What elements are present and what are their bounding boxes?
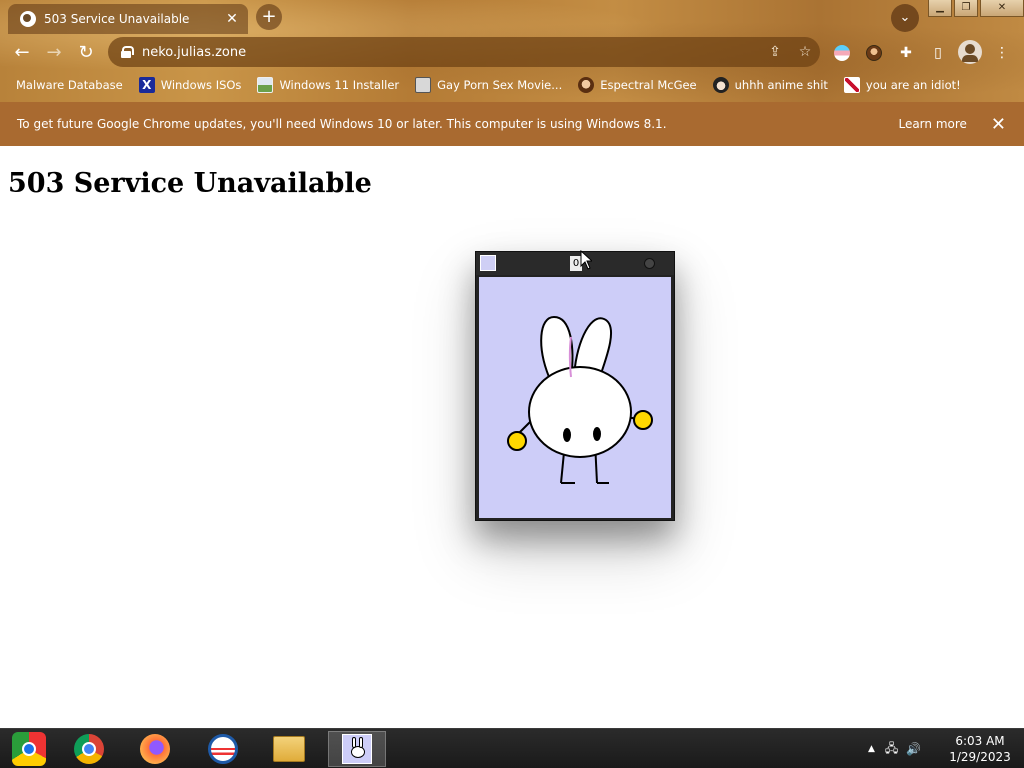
- bookmark-item[interactable]: Malware Database: [16, 78, 123, 92]
- bookmark-star-icon[interactable]: ☆: [790, 44, 820, 60]
- neko-canvas[interactable]: [479, 277, 671, 518]
- anime-icon: [712, 77, 729, 93]
- file-explorer-taskbar-button[interactable]: [260, 731, 318, 767]
- globe-icon: [20, 11, 36, 27]
- extension-flag-icon[interactable]: [830, 41, 854, 65]
- neko-taskbar-button[interactable]: [328, 731, 386, 767]
- volume-icon[interactable]: 🔊: [906, 742, 921, 756]
- clock-date: 1/29/2023: [949, 750, 1011, 764]
- obama-icon: [208, 734, 238, 764]
- infobar-message: To get future Google Chrome updates, you…: [17, 117, 667, 131]
- file-explorer-icon: [273, 736, 305, 762]
- toolbar: ← → ↻ neko.julias.zone ⇪ ☆ ✚ ▯ ⋮: [0, 36, 1024, 70]
- new-tab-button[interactable]: +: [256, 4, 282, 30]
- update-infobar: To get future Google Chrome updates, you…: [0, 102, 1024, 146]
- show-hidden-icons-icon[interactable]: ▲: [868, 744, 875, 754]
- chromium-taskbar-button[interactable]: [0, 731, 58, 767]
- infobar-close-icon[interactable]: ✕: [991, 114, 1006, 135]
- firefox-icon: [140, 734, 170, 764]
- bookmark-item[interactable]: you are an idiot!: [843, 77, 961, 93]
- image-icon: [257, 77, 274, 93]
- share-icon[interactable]: ⇪: [760, 44, 790, 60]
- bookmark-label: you are an idiot!: [865, 78, 961, 92]
- clock-time: 6:03 AM: [955, 734, 1005, 748]
- face-icon: [578, 77, 595, 93]
- extension-avatar-icon[interactable]: [862, 41, 886, 65]
- network-icon[interactable]: 🖧: [885, 739, 898, 760]
- system-tray: ▲ 🖧 🔊: [868, 729, 921, 768]
- firefox-taskbar-button[interactable]: [126, 731, 184, 767]
- profile-avatar[interactable]: [958, 40, 982, 64]
- restore-button[interactable]: ❐: [954, 0, 978, 17]
- neko-titlebar[interactable]: 0: [476, 252, 674, 275]
- forward-button[interactable]: →: [40, 39, 68, 67]
- bookmark-item[interactable]: uhhh anime shit: [712, 77, 828, 93]
- bookmark-label: Malware Database: [16, 78, 123, 92]
- bookmark-item[interactable]: X Windows ISOs: [138, 77, 242, 93]
- address-bar[interactable]: neko.julias.zone ⇪ ☆: [108, 37, 820, 67]
- chromium-icon: [12, 732, 46, 766]
- bunny-sprite: [507, 315, 653, 484]
- chrome-taskbar-button[interactable]: [60, 731, 118, 767]
- browser-tab[interactable]: 503 Service Unavailable ✕: [8, 4, 248, 34]
- bookmark-item[interactable]: Gay Porn Sex Movie...: [415, 77, 562, 93]
- uk-flag-icon: [843, 77, 860, 93]
- url-text[interactable]: neko.julias.zone: [142, 45, 760, 60]
- bookmark-item[interactable]: Windows 11 Installer: [257, 77, 399, 93]
- clock[interactable]: 6:03 AM 1/29/2023: [940, 733, 1020, 765]
- minimize-button[interactable]: ▁: [928, 0, 952, 17]
- tab-close-icon[interactable]: ✕: [222, 11, 242, 27]
- side-panel-icon[interactable]: ▯: [926, 41, 950, 65]
- back-button[interactable]: ←: [8, 39, 36, 67]
- browser-chrome: 503 Service Unavailable ✕ + ⌄ ▁ ❐ ✕ ← → …: [0, 0, 1024, 102]
- bookmark-label: Windows 11 Installer: [279, 78, 400, 92]
- tab-title: 503 Service Unavailable: [44, 12, 190, 26]
- bookmark-label: Gay Porn Sex Movie...: [437, 78, 563, 92]
- computer-icon: [415, 77, 432, 93]
- reload-button[interactable]: ↻: [72, 39, 100, 67]
- bookmark-label: Windows ISOs: [160, 78, 242, 92]
- neko-window[interactable]: 0: [475, 251, 675, 521]
- window-close-button[interactable]: ✕: [980, 0, 1024, 17]
- learn-more-link[interactable]: Learn more: [898, 117, 966, 131]
- obama-taskbar-button[interactable]: [194, 731, 252, 767]
- menu-icon[interactable]: ⋮: [990, 41, 1014, 65]
- neko-icon: [342, 734, 372, 764]
- extensions-puzzle-icon[interactable]: ✚: [894, 41, 918, 65]
- mouse-cursor-icon: [580, 250, 592, 270]
- page-heading: 503 Service Unavailable: [8, 168, 372, 199]
- x-icon: X: [138, 77, 155, 93]
- bookmark-item[interactable]: Espectral McGee: [578, 77, 697, 93]
- bookmarks-bar: Malware Database X Windows ISOs Windows …: [0, 72, 1024, 98]
- taskbar: ▲ 🖧 🔊 6:03 AM 1/29/2023: [0, 728, 1024, 768]
- lock-icon[interactable]: [120, 46, 134, 58]
- tab-search-button[interactable]: ⌄: [891, 4, 919, 32]
- chrome-icon: [74, 734, 104, 764]
- neko-close-dot[interactable]: [644, 258, 655, 269]
- bookmark-label: Espectral McGee: [600, 78, 697, 92]
- neko-app-icon: [480, 255, 496, 271]
- window-controls: ▁ ❐ ✕: [928, 0, 1024, 17]
- bookmark-label: uhhh anime shit: [734, 78, 828, 92]
